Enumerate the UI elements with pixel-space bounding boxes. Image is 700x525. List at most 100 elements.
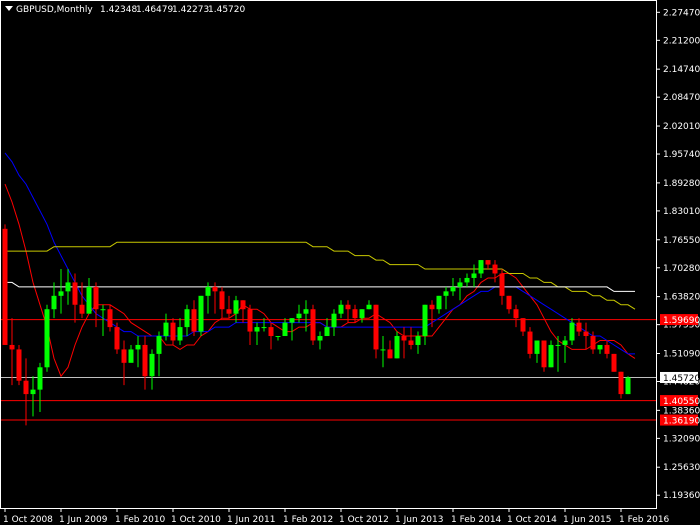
- candle: [16, 344, 22, 386]
- candle-body: [604, 344, 610, 354]
- x-tick-label: 1 Oct 2010: [171, 515, 221, 525]
- candle-body: [219, 291, 225, 310]
- y-tick-label: 1.51090: [663, 349, 700, 359]
- candle-body: [23, 380, 29, 395]
- candle-body: [268, 327, 274, 337]
- candle-body: [177, 327, 183, 341]
- y-tick-label: 2.27470: [663, 8, 700, 18]
- candle-body: [72, 282, 78, 305]
- x-tick-label: 1 Jun 2013: [395, 515, 443, 525]
- candle-body: [436, 295, 442, 310]
- header-symbol: GBPUSD,Monthly: [16, 5, 93, 15]
- price-label: 1.40550: [660, 395, 700, 407]
- candle-body: [156, 336, 162, 354]
- y-tick-label: 1.63820: [663, 293, 700, 303]
- candle-body: [79, 304, 85, 314]
- x-tick-label: 1 Feb 2014: [451, 515, 502, 525]
- candle-body: [163, 322, 169, 337]
- y-tick-label: 2.14740: [663, 65, 700, 75]
- price-label-text: 1.40550: [663, 397, 700, 407]
- candle-body: [135, 344, 141, 350]
- candle-body: [485, 260, 491, 265]
- candle-body: [275, 336, 281, 338]
- header-low: 1.42273: [172, 5, 209, 15]
- chart-header: GBPUSD,Monthly 1.42348 1.46479 1.42273 1…: [16, 5, 245, 15]
- candle-body: [387, 349, 393, 359]
- candle-body: [450, 286, 456, 292]
- candle-body: [2, 228, 8, 345]
- candle-body: [37, 367, 43, 390]
- x-tick-label: 1 Oct 2012: [339, 515, 389, 525]
- candle-body: [583, 331, 589, 337]
- candle-body: [527, 331, 533, 354]
- candle-body: [478, 260, 484, 274]
- x-tick-label: 1 Jun 2015: [563, 515, 611, 525]
- candle-body: [338, 304, 344, 314]
- candle-body: [296, 313, 302, 319]
- candle: [625, 376, 631, 395]
- candle-body: [520, 318, 526, 332]
- y-tick-label: 1.76550: [663, 236, 700, 246]
- x-tick-label: 1 Jun 2009: [59, 515, 108, 525]
- candle-body: [30, 389, 36, 395]
- candle-body: [513, 309, 519, 319]
- price-chart[interactable]: 2.27470 2.21200 2.14740 2.08470 2.02010 1.957…: [0, 0, 700, 525]
- candle-body: [499, 273, 505, 296]
- price-label-text: 1.45720: [663, 374, 700, 384]
- candle-body: [9, 344, 15, 350]
- x-tick-label: 1 Jun 2011: [227, 515, 275, 525]
- y-tick-label: 2.08470: [663, 93, 700, 103]
- y-tick-label: 1.70280: [663, 264, 700, 274]
- y-tick-label: 1.95740: [663, 150, 700, 160]
- candle-body: [128, 349, 134, 363]
- x-tick-label: 1 Feb 2012: [283, 515, 333, 525]
- candle-body: [394, 336, 400, 359]
- candle-body: [149, 353, 155, 377]
- candle-body: [548, 344, 554, 368]
- candle-body: [429, 304, 435, 310]
- candle: [2, 224, 8, 345]
- candle-body: [65, 282, 71, 292]
- candle-body: [331, 313, 337, 328]
- candle-body: [422, 304, 428, 337]
- y-tick-label: 1.83010: [663, 207, 700, 217]
- candle-body: [212, 286, 218, 292]
- candle-body: [492, 264, 498, 274]
- candle-body: [317, 336, 323, 341]
- x-tick-label: 1 Feb 2010: [115, 515, 166, 525]
- y-tick-label: 2.21200: [663, 36, 700, 46]
- candle-body: [373, 304, 379, 350]
- candle-body: [184, 309, 190, 328]
- price-label: 1.45720: [660, 371, 700, 384]
- x-tick-label: 1 Oct 2014: [507, 515, 557, 525]
- candle-body: [303, 309, 309, 314]
- candle-body: [282, 322, 288, 337]
- candle-body: [142, 344, 148, 377]
- candle-body: [121, 349, 127, 363]
- candle-body: [359, 309, 365, 319]
- candle-body: [93, 286, 99, 310]
- price-label: 1.36190: [660, 414, 700, 427]
- candle-body: [254, 327, 260, 332]
- x-tick-label: 1 Oct 2008: [3, 515, 53, 525]
- y-tick-label: 2.02010: [663, 122, 700, 132]
- candle-body: [261, 327, 267, 329]
- candle-body: [506, 295, 512, 310]
- candle-body: [58, 291, 64, 296]
- candle-body: [44, 309, 50, 368]
- price-label: 1.59690: [660, 314, 700, 326]
- candle-body: [471, 273, 477, 278]
- candle-body: [345, 304, 351, 310]
- candle-body: [191, 309, 197, 332]
- y-tick-label: 1.19360: [663, 491, 700, 501]
- candle-body: [380, 349, 386, 351]
- candle-body: [611, 353, 617, 372]
- candle-body: [226, 309, 232, 314]
- candle-body: [555, 344, 561, 346]
- candle: [44, 304, 50, 372]
- candle: [198, 295, 204, 337]
- candle-body: [569, 322, 575, 341]
- candle-body: [457, 282, 463, 287]
- candle-body: [310, 309, 316, 341]
- candle-body: [240, 300, 246, 310]
